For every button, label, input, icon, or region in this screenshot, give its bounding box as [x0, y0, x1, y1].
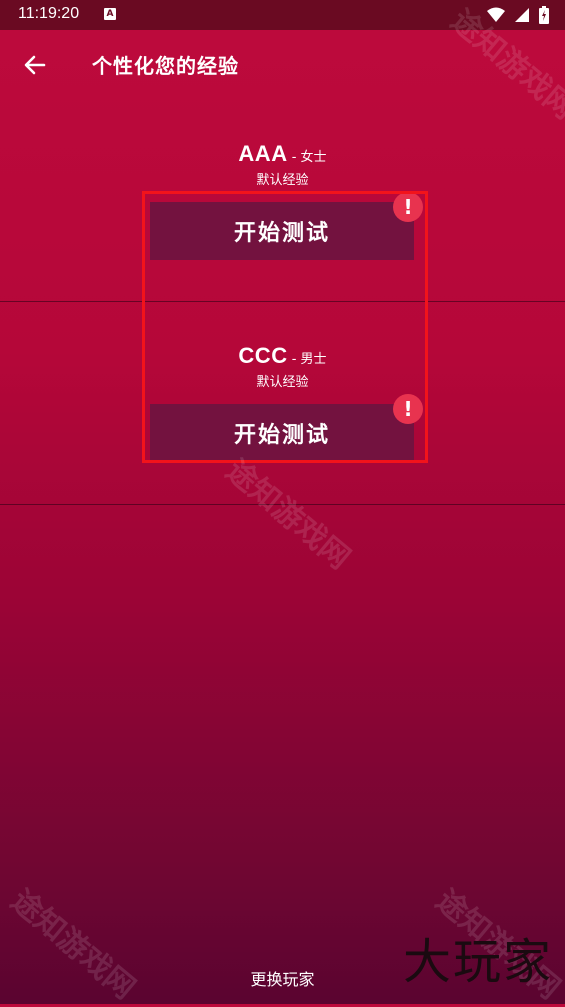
player-gender: - 女士 — [291, 150, 327, 165]
status-time: 11:19:20 — [18, 5, 80, 22]
player-experience: 默认经验 — [256, 375, 309, 390]
back-button[interactable] — [20, 50, 52, 80]
signal-icon — [515, 8, 529, 22]
brand-logo: 大玩家 — [402, 934, 553, 990]
player-name: AAA — [238, 141, 288, 166]
notification-app-icon: A — [104, 8, 116, 20]
divider — [0, 301, 565, 302]
player-experience: 默认经验 — [256, 173, 309, 188]
player-name-row: AAA - 女士 — [0, 141, 565, 167]
battery-icon — [539, 6, 549, 24]
divider — [0, 504, 565, 505]
player-name-row: CCC - 男士 — [0, 343, 565, 369]
player-name: CCC — [238, 343, 288, 368]
app-bar: 个性化您的经验 — [0, 30, 565, 100]
watermark: 途知游戏网 — [219, 453, 357, 577]
player-gender: - 男士 — [291, 352, 327, 367]
arrow-left-icon — [24, 55, 46, 75]
alert-icon: ! — [393, 394, 423, 424]
page-title: 个性化您的经验 — [92, 54, 239, 78]
alert-icon: ! — [393, 192, 423, 222]
player-card: CCC - 男士 默认经验 — [0, 343, 565, 390]
wifi-icon — [487, 7, 505, 22]
player-card: AAA - 女士 默认经验 — [0, 141, 565, 188]
start-test-button[interactable]: 开始测试 — [150, 404, 414, 462]
start-test-button[interactable]: 开始测试 — [150, 202, 414, 260]
status-icons — [487, 6, 549, 24]
status-bar: 11:19:20 A — [0, 0, 565, 30]
